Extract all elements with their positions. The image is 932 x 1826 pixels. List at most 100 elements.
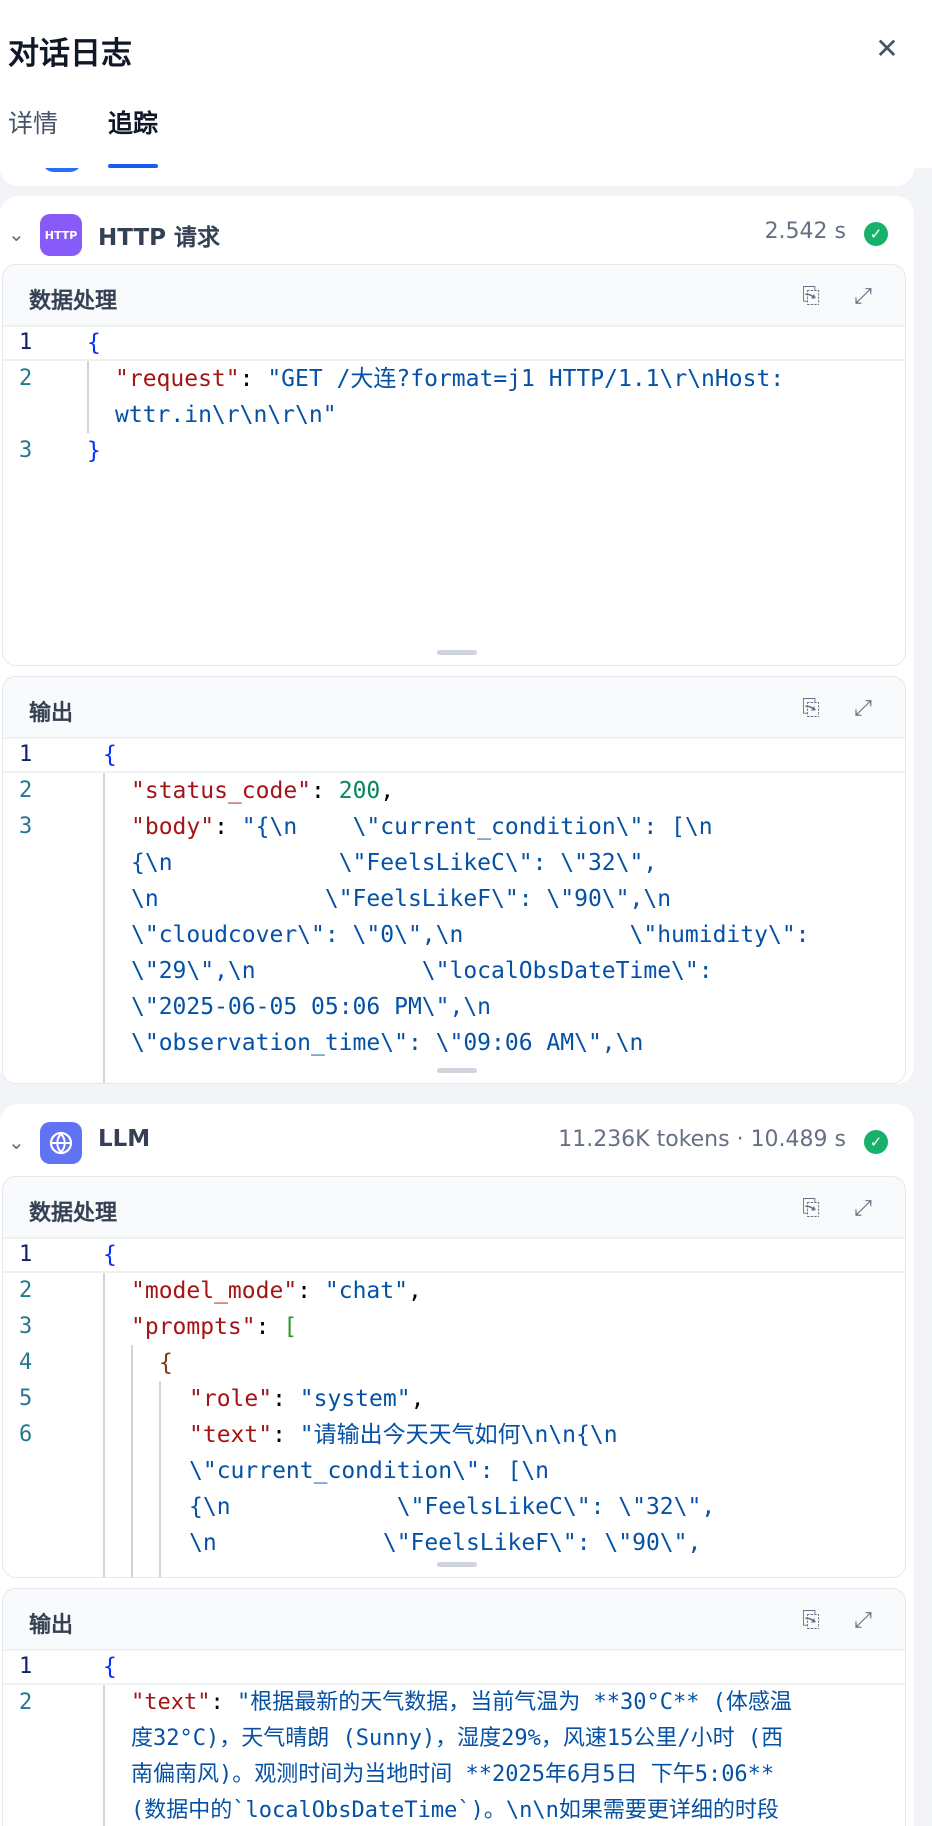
line-number: 4 — [19, 1350, 33, 1375]
code-line-wrap: {\n \"FeelsLikeC\": \"32\", — [131, 850, 658, 876]
expand-icon[interactable]: ⤢ — [849, 283, 877, 311]
indent-guide — [103, 1273, 105, 1577]
json-key: "text" — [189, 1422, 273, 1448]
tab-bar: 详情 追踪 — [8, 104, 159, 168]
tab-detail[interactable]: 详情 — [8, 104, 58, 168]
json-value: "system" — [299, 1386, 411, 1412]
node-usage: 11.236K tokens · 10.489 s — [558, 1127, 846, 1152]
code-editor[interactable]: 1 2 3 { "request": "GET /大连?format=j1 HT… — [3, 325, 905, 665]
line-number: 2 — [19, 366, 33, 391]
json-colon: : — [272, 1386, 300, 1412]
json-value: 200 — [338, 778, 381, 804]
expand-icon[interactable]: ⤢ — [849, 695, 877, 723]
code-line: "prompts": [ — [131, 1309, 297, 1345]
code-line: "body": "{\n \"current_condition\": [\n — [131, 809, 713, 845]
panel-input: 数据处理 ⎘ ⤢ 1 2 3 { "request": "GET /大连?for… — [2, 264, 906, 666]
expand-icon[interactable]: ⤢ — [849, 1195, 877, 1223]
json-key: "prompts" — [131, 1314, 256, 1340]
json-key: "request" — [115, 366, 240, 392]
code-line-wrap: \"cloudcover\": \"0\",\n \"humidity\": — [131, 922, 810, 948]
panel-input: 数据处理 ⎘ ⤢ 1 2 3 4 5 6 { "model_mode": "ch… — [2, 1176, 906, 1578]
current-line-highlight — [3, 737, 905, 773]
json-comma: , — [407, 1278, 422, 1304]
panel-output: 输出 ⎘ ⤢ 1 2 { "text": "根据最新的天气数据，当前气温为 **… — [2, 1588, 906, 1826]
json-comma: , — [410, 1386, 425, 1412]
json-value: "{\n \"current_condition\": [\n — [241, 814, 713, 840]
indent-guide — [159, 1381, 161, 1577]
indent-guide — [87, 361, 89, 433]
resize-handle[interactable] — [437, 650, 477, 655]
json-value: "chat" — [324, 1278, 408, 1304]
code-editor[interactable]: 1 2 3 { "status_code": 200, "body": "{\n… — [3, 737, 905, 1083]
clipboard-icon[interactable]: ⎘ — [797, 283, 825, 311]
current-line-highlight — [3, 1649, 905, 1685]
code-line-wrap: \"observation_time\": \"09:06 AM\",\n — [131, 1030, 644, 1056]
indent-guide — [103, 1685, 105, 1826]
expand-icon[interactable]: ⤢ — [849, 1607, 877, 1635]
json-key: "model_mode" — [131, 1278, 298, 1304]
current-line-highlight — [3, 325, 905, 361]
node-header[interactable]: ⌄ HTTP HTTP 请求 2.542 s ✓ — [0, 196, 914, 268]
trace-node-llm: ⌄ LLM 11.236K tokens · 10.489 s ✓ 数据处理 ⎘… — [0, 1104, 914, 1826]
panel-output: 输出 ⎘ ⤢ 1 2 3 { "status_code": 200, "body… — [2, 676, 906, 1084]
panel-label: 数据处理 — [29, 1201, 118, 1226]
brain-icon — [40, 1122, 82, 1164]
check-circle-icon: ✓ — [864, 1130, 888, 1154]
code-line-wrap: wttr.in\r\n\r\n" — [115, 402, 337, 428]
code-editor[interactable]: 1 2 { "text": "根据最新的天气数据，当前气温为 **30°C** … — [3, 1649, 905, 1826]
panel-label: 数据处理 — [29, 289, 118, 314]
indent-guide — [103, 773, 105, 1083]
code-line: { — [159, 1350, 173, 1376]
trace-node-http: ⌄ HTTP HTTP 请求 2.542 s ✓ 数据处理 ⎘ ⤢ 1 2 3 … — [0, 196, 914, 1084]
line-number: 3 — [19, 1314, 33, 1339]
indent-guide — [131, 1345, 133, 1577]
node-title: HTTP 请求 — [98, 225, 221, 251]
close-icon[interactable]: ✕ — [872, 34, 902, 64]
chevron-down-icon[interactable]: ⌄ — [8, 1130, 25, 1154]
code-line-wrap: \"2025-06-05 05:06 PM\",\n — [131, 994, 492, 1020]
tab-trace[interactable]: 追踪 — [108, 104, 159, 168]
json-bracket: [ — [283, 1314, 298, 1340]
line-number: 1 — [19, 1242, 33, 1267]
line-number: 2 — [19, 778, 33, 803]
code-line-wrap: 南偏南风)。观测时间为当地时间 **2025年6月5日 下午5:06** — [131, 1762, 775, 1787]
clipboard-icon[interactable]: ⎘ — [797, 695, 825, 723]
line-number: 1 — [19, 742, 33, 767]
code-line: "status_code": 200, — [131, 773, 394, 809]
code-line: { — [103, 1654, 117, 1680]
code-line: "request": "GET /大连?format=j1 HTTP/1.1\r… — [115, 361, 784, 397]
line-number: 5 — [19, 1386, 33, 1411]
code-line: "model_mode": "chat", — [131, 1273, 422, 1309]
line-number: 1 — [19, 330, 33, 355]
line-number: 2 — [19, 1690, 33, 1715]
node-title: LLM — [98, 1126, 151, 1152]
code-line: { — [103, 1242, 117, 1268]
code-line: { — [103, 742, 117, 768]
json-colon: : — [255, 1314, 284, 1340]
chevron-down-icon[interactable]: ⌄ — [8, 222, 25, 246]
json-value: "根据最新的天气数据，当前气温为 **30°C** (体感温 — [236, 1690, 792, 1715]
code-editor[interactable]: 1 2 3 4 5 6 { "model_mode": "chat", "pro… — [3, 1237, 905, 1577]
code-line-wrap: \"current_condition\": [\n — [189, 1458, 550, 1484]
resize-handle[interactable] — [437, 1562, 477, 1567]
check-circle-icon: ✓ — [864, 222, 888, 246]
json-colon: : — [311, 778, 339, 804]
json-colon: : — [210, 1690, 237, 1715]
resize-handle[interactable] — [437, 1068, 477, 1073]
code-line: "text": "请输出今天天气如何\n\n{\n — [189, 1417, 618, 1453]
code-line: } — [87, 438, 101, 464]
code-line: { — [87, 330, 101, 356]
node-duration: 2.542 s — [764, 219, 846, 244]
json-colon: : — [214, 814, 242, 840]
code-line: "role": "system", — [189, 1381, 424, 1417]
json-value: "请输出今天天气如何\n\n{\n — [299, 1422, 618, 1448]
clipboard-icon[interactable]: ⎘ — [797, 1607, 825, 1635]
json-key: "role" — [189, 1386, 273, 1412]
json-comma: , — [380, 778, 395, 804]
json-key: "status_code" — [131, 778, 312, 804]
line-number: 2 — [19, 1278, 33, 1303]
clipboard-icon[interactable]: ⎘ — [797, 1195, 825, 1223]
line-number: 3 — [19, 438, 33, 463]
drawer-header: 对话日志 ✕ 详情 追踪 — [0, 0, 932, 168]
node-header[interactable]: ⌄ LLM 11.236K tokens · 10.489 s ✓ — [0, 1104, 914, 1176]
